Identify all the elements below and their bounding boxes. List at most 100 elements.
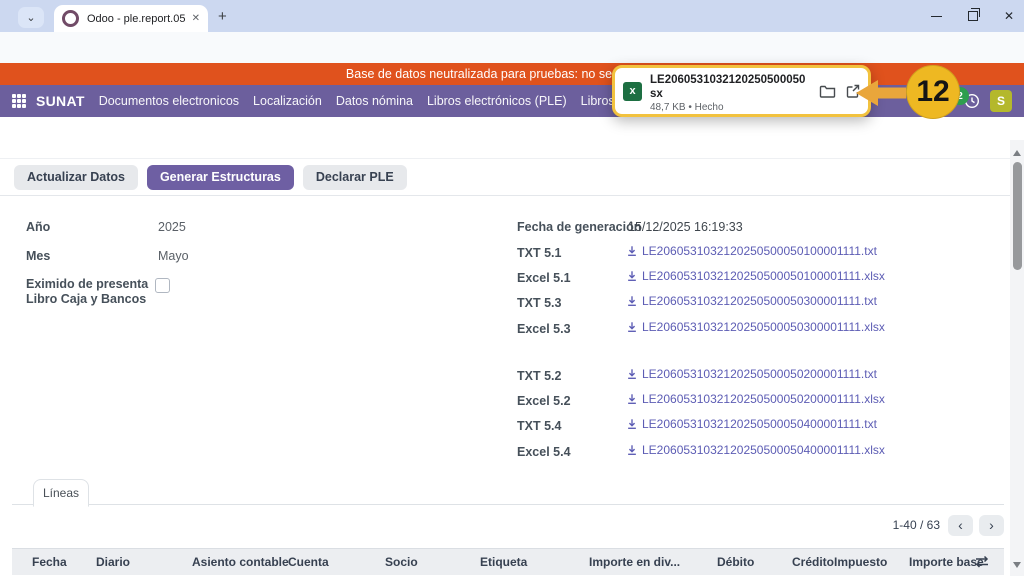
action-button-bar: Actualizar Datos Generar Estructuras Dec… [0,158,1010,196]
generar-estructuras-button[interactable]: Generar Estructuras [146,164,294,190]
file-download-link[interactable]: LE2060531032120250500050300001111.txt [626,294,877,308]
col-impuesto[interactable]: Impuesto [834,555,887,569]
fecha-generacion-label: Fecha de generación [517,220,642,234]
browser-titlebar: ⌄ Odoo - ple.report.05,4 ✕ + ✕ [0,0,1024,32]
window-controls: ✕ [930,0,1014,32]
download-icon [628,296,636,306]
tab-search-button[interactable]: ⌄ [18,7,44,28]
lines-pager: 1-40 / 63 ‹ › [0,514,1004,536]
actualizar-datos-button[interactable]: Actualizar Datos [14,164,138,190]
file-download-link[interactable]: LE2060531032120250500050400001111.xlsx [626,443,885,457]
download-bubble[interactable]: x LE2060531032120250500050 sx 48,7 KB • … [612,65,871,117]
download-file-info: LE2060531032120250500050 sx 48,7 KB • He… [650,70,811,113]
lines-pager-prev-icon[interactable]: ‹ [948,514,973,536]
col-debito[interactable]: Débito [717,555,754,569]
col-asiento[interactable]: Asiento contable [192,555,289,569]
menu-datos-nomina[interactable]: Datos nómina [336,94,413,108]
file-download-link[interactable]: LE2060531032120250500050400001111.txt [626,417,877,431]
download-icon [628,271,636,281]
file-download-link[interactable]: LE2060531032120250500050300001111.xlsx [626,320,885,334]
file-name: LE2060531032120250500050300001111.txt [642,294,877,308]
odoo-favicon-icon [62,10,79,27]
tab-title: Odoo - ple.report.05,4 [87,12,186,25]
menu-libros-ple[interactable]: Libros electrónicos (PLE) [427,94,567,108]
file-label: Excel 5.3 [517,322,571,336]
browser-tab[interactable]: Odoo - ple.report.05,4 ✕ [54,5,208,32]
file-download-link[interactable]: LE2060531032120250500050200001111.txt [626,367,877,381]
download-filename-line2: sx [650,87,663,100]
file-label: TXT 5.4 [517,419,562,433]
file-download-link[interactable]: LE2060531032120250500050100001111.xlsx [626,269,885,283]
tab-close-icon[interactable]: ✕ [192,13,200,24]
lines-pager-count: 1-40 / 63 [892,518,940,532]
menu-documentos-electronicos[interactable]: Documentos electronicos [99,94,239,108]
download-meta: 48,7 KB • Hecho [650,101,724,113]
download-actions [819,84,860,98]
file-name: LE2060531032120250500050300001111.xlsx [642,320,885,334]
menu-localizacion[interactable]: Localización [253,94,322,108]
file-label: Excel 5.1 [517,271,571,285]
col-etiqueta[interactable]: Etiqueta [480,555,527,569]
anio-value[interactable]: 2025 [158,220,186,234]
screen: ⌄ Odoo - ple.report.05,4 ✕ + ✕ ← → democ… [0,0,1024,576]
col-cuenta[interactable]: Cuenta [288,555,329,569]
new-tab-button[interactable]: + [218,8,227,25]
declarar-ple-button[interactable]: Declarar PLE [302,164,407,190]
col-importe-div[interactable]: Importe en div... [589,555,680,569]
eximido-label-line2: Libro Caja y Bancos [26,292,147,306]
file-label: TXT 5.3 [517,296,562,310]
file-name: LE2060531032120250500050100001111.txt [642,244,877,258]
file-name: LE2060531032120250500050100001111.xlsx [642,269,885,283]
file-label: Excel 5.4 [517,445,571,459]
app-brand[interactable]: SUNAT [36,93,85,109]
annotation-step-circle: 12 [906,65,960,119]
file-name: LE2060531032120250500050400001111.txt [642,417,877,431]
col-importe-base[interactable]: Importe base [909,555,984,569]
page-scrollbar[interactable] [1010,140,1024,576]
browser-toolbar: ← → democontable17.solse.pe/web#cids=1&m… [0,32,1024,93]
download-icon [628,322,636,332]
file-label: TXT 5.2 [517,369,562,383]
minimize-icon[interactable] [930,15,942,17]
lines-pager-next-icon[interactable]: › [979,514,1004,536]
navbar-right: S [964,85,1012,117]
file-name: LE2060531032120250500050200001111.xlsx [642,392,885,406]
optional-columns-icon[interactable] [975,555,989,568]
restore-icon[interactable] [967,8,980,21]
lines-table-header: Fecha Diario Asiento contable Cuenta Soc… [12,548,1004,575]
user-avatar[interactable]: S [990,90,1012,112]
scroll-up-icon[interactable] [1013,150,1021,156]
notebook-divider [12,504,1004,505]
download-icon [628,394,636,404]
window-close-icon[interactable]: ✕ [1004,10,1014,22]
download-icon [628,246,636,256]
fecha-generacion-value: 15/12/2025 16:19:33 [628,220,743,234]
col-fecha[interactable]: Fecha [32,555,67,569]
eximido-checkbox[interactable] [155,278,170,293]
col-socio[interactable]: Socio [385,555,418,569]
show-in-folder-icon[interactable] [819,84,836,98]
apps-grid-icon[interactable] [12,94,26,108]
annotation-arrow-icon [856,79,906,107]
anio-label: Año [26,220,51,234]
scrollbar-thumb[interactable] [1012,162,1022,270]
download-icon [628,419,636,429]
col-diario[interactable]: Diario [96,555,130,569]
scroll-down-icon[interactable] [1013,562,1021,568]
file-download-link[interactable]: LE2060531032120250500050100001111.txt [626,244,877,258]
file-name: LE2060531032120250500050200001111.txt [642,367,877,381]
excel-file-icon: x [623,81,642,101]
download-icon [628,369,636,379]
file-download-link[interactable]: LE2060531032120250500050200001111.xlsx [626,392,885,406]
mes-label: Mes [26,249,51,263]
download-filename-line1: LE2060531032120250500050 [650,73,806,86]
col-credito[interactable]: Crédito [792,555,834,569]
file-label: TXT 5.1 [517,246,562,260]
download-icon [628,445,636,455]
mes-value[interactable]: Mayo [158,249,189,263]
control-panel: Nuevo Libro Diario ple.report.05,4 [0,117,1010,268]
eximido-label-line1: Eximido de presenta [26,277,149,291]
file-name: LE2060531032120250500050400001111.xlsx [642,443,885,457]
tab-lineas[interactable]: Líneas [33,479,89,507]
file-label: Excel 5.2 [517,394,571,408]
